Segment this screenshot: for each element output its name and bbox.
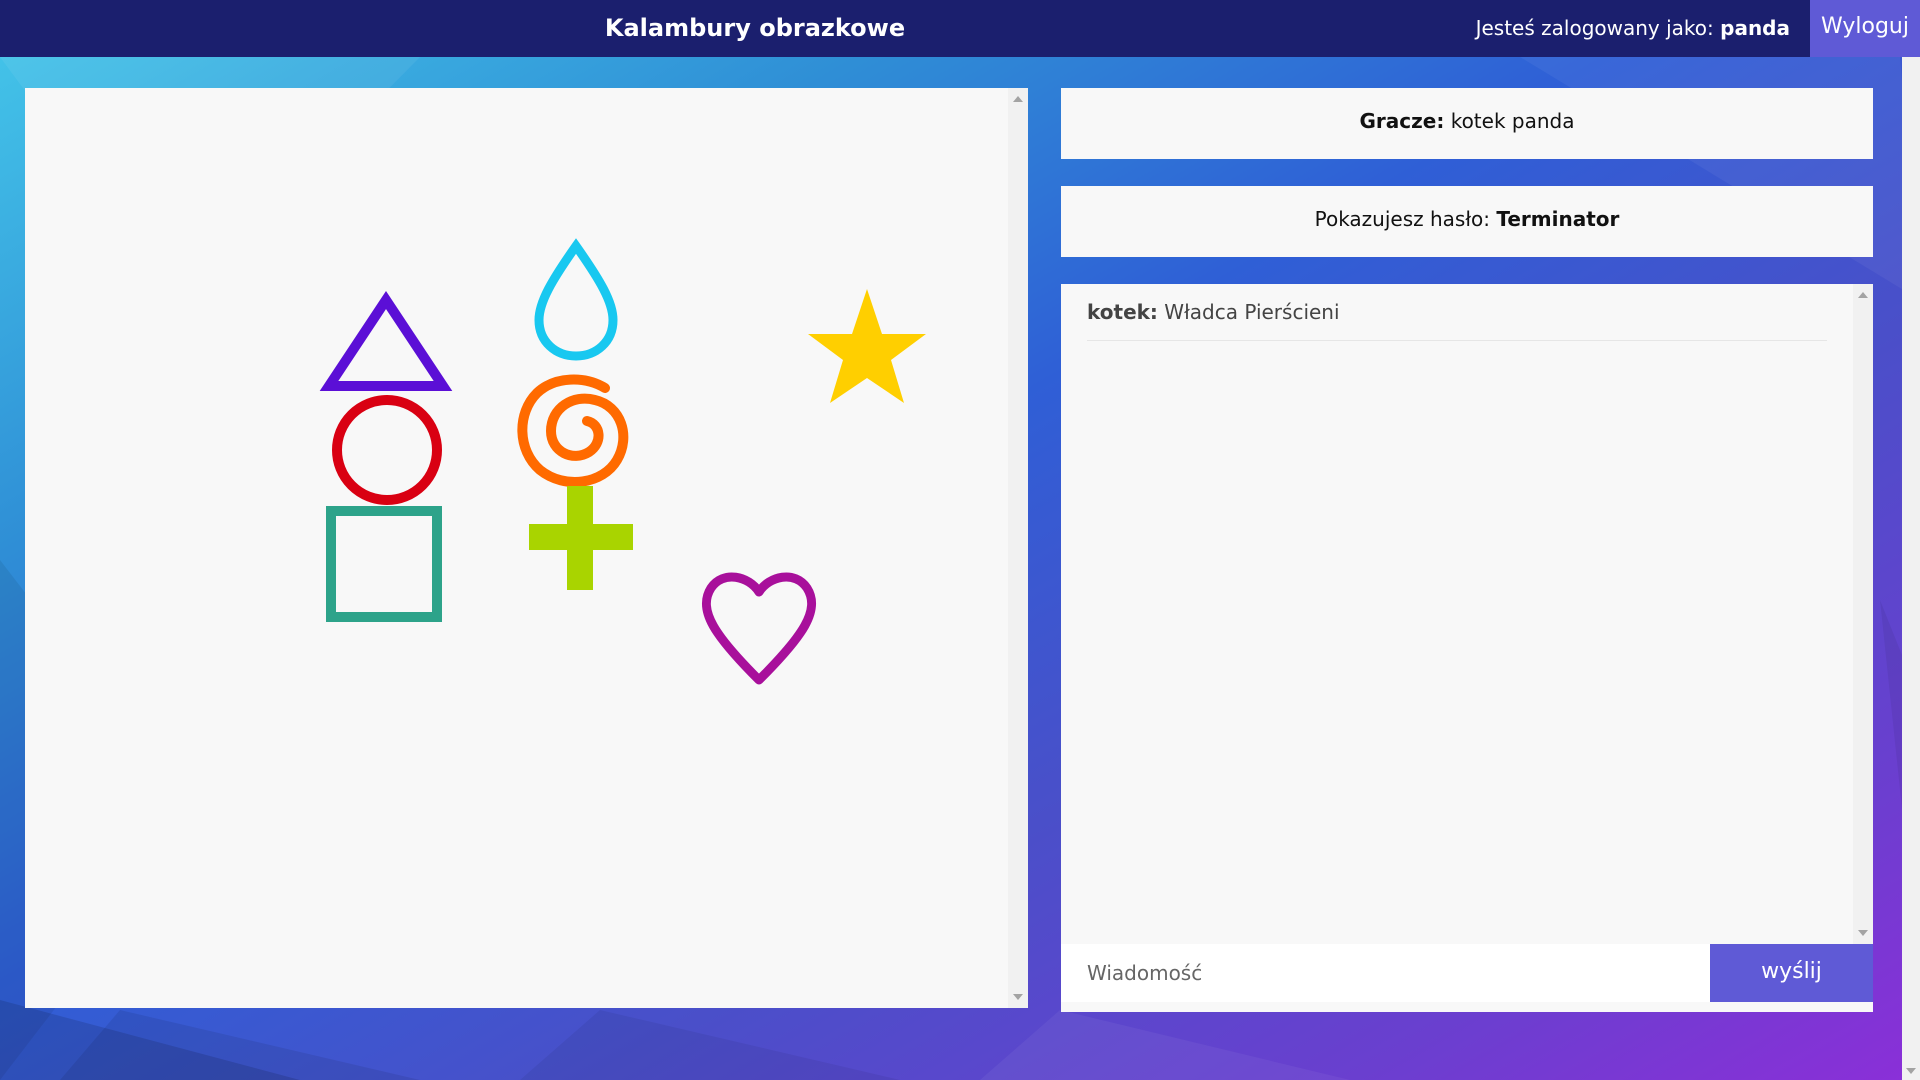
scroll-up-icon[interactable] xyxy=(1858,292,1868,298)
scroll-up-icon[interactable] xyxy=(1013,96,1023,102)
top-bar: Kalambury obrazkowe Jesteś zalogowany ja… xyxy=(0,0,1920,57)
message-input[interactable] xyxy=(1061,944,1710,1002)
players-label: Gracze: xyxy=(1359,109,1445,133)
circle-drawing xyxy=(332,395,442,505)
players-names: kotek panda xyxy=(1450,109,1575,133)
spiral-drawing xyxy=(517,374,629,488)
scroll-down-icon[interactable] xyxy=(1858,930,1868,936)
plus-horizontal-drawing xyxy=(529,524,633,550)
chat-scrollbar[interactable] xyxy=(1853,284,1873,944)
logged-user-prefix: Jesteś zalogowany jako: xyxy=(1475,16,1721,40)
players-panel: Gracze: kotek panda xyxy=(1061,88,1873,159)
chat-message: kotek: Władca Pierścieni xyxy=(1087,284,1827,341)
scroll-down-icon[interactable] xyxy=(1013,994,1023,1000)
chat-panel: kotek: Władca Pierścieni wyślij xyxy=(1061,284,1873,1012)
drawing-area[interactable] xyxy=(25,88,1008,1008)
secret-word: Terminator xyxy=(1496,207,1620,231)
chat-messages: kotek: Władca Pierścieni xyxy=(1061,284,1853,944)
scroll-down-icon[interactable] xyxy=(1906,1068,1916,1074)
page-scrollbar[interactable] xyxy=(1902,57,1920,1080)
app-title: Kalambury obrazkowe xyxy=(604,14,906,42)
drop-drawing xyxy=(534,238,618,361)
secret-label: Pokazujesz hasło: xyxy=(1314,207,1497,231)
drawing-canvas[interactable] xyxy=(25,88,1028,1008)
secret-word-panel: Pokazujesz hasło: Terminator xyxy=(1061,186,1873,257)
star-drawing xyxy=(808,289,926,403)
message-author: kotek: xyxy=(1087,300,1158,324)
message-text: Władca Pierścieni xyxy=(1164,300,1340,324)
square-drawing xyxy=(326,506,442,622)
logged-username: panda xyxy=(1720,16,1790,40)
canvas-scrollbar[interactable] xyxy=(1008,88,1028,1008)
logged-user-info: Jesteś zalogowany jako: panda xyxy=(1476,0,1790,57)
logout-button[interactable]: Wyloguj xyxy=(1810,0,1920,57)
triangle-drawing xyxy=(319,290,453,391)
send-button[interactable]: wyślij xyxy=(1710,944,1873,1002)
heart-drawing xyxy=(702,572,816,685)
